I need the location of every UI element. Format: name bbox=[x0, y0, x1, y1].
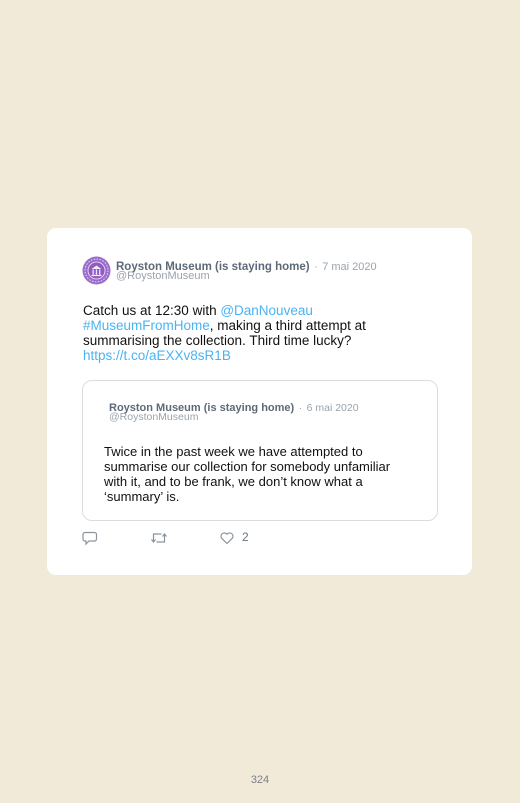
tweet-text-part-1: Catch us at 12:30 with bbox=[83, 303, 221, 318]
action-bar: 2 bbox=[82, 530, 332, 546]
quoted-text: Twice in the past week we have attempted… bbox=[104, 444, 391, 504]
page-number: 324 bbox=[250, 774, 270, 786]
hashtag-link[interactable]: #MuseumFromHome bbox=[83, 318, 210, 333]
like-count: 2 bbox=[242, 530, 249, 544]
url-link[interactable]: https://t.co/aEXXv8sR1B bbox=[83, 348, 231, 363]
mention-link[interactable]: @DanNouveau bbox=[220, 303, 313, 318]
quoted-date: 6 mai 2020 bbox=[306, 402, 359, 414]
heart-icon[interactable] bbox=[219, 530, 235, 546]
author-handle[interactable]: @RoystonMuseum bbox=[116, 270, 210, 282]
museum-logo-icon[interactable] bbox=[82, 256, 111, 285]
reply-icon[interactable] bbox=[82, 530, 98, 546]
quoted-tweet[interactable]: Royston Museum (is staying home) · 6 mai… bbox=[82, 380, 438, 521]
tweet-text: Catch us at 12:30 with @DanNouveau #Museu… bbox=[83, 303, 383, 363]
retweet-icon[interactable] bbox=[150, 530, 168, 546]
tweet-date[interactable]: 7 mai 2020 bbox=[322, 261, 376, 273]
tweet-card: Royston Museum (is staying home) · 7 mai… bbox=[47, 228, 472, 575]
quoted-handle: @RoystonMuseum bbox=[109, 411, 199, 423]
separator-dot: · bbox=[314, 261, 318, 273]
quoted-separator-dot: · bbox=[298, 402, 303, 414]
